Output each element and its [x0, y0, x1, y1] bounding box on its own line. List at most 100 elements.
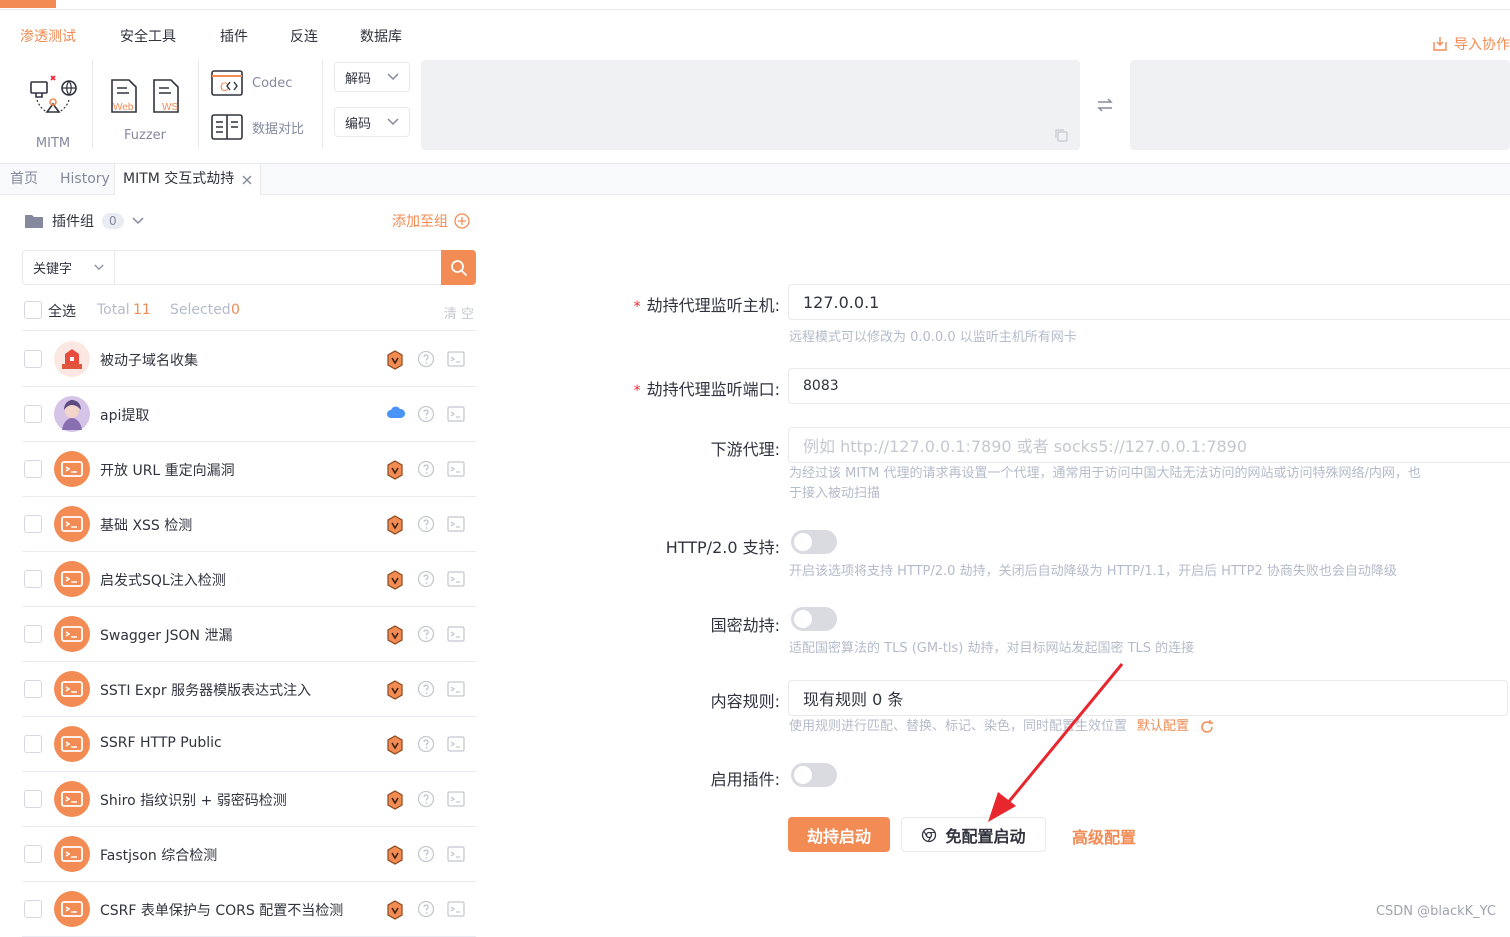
plugin-checkbox[interactable] — [24, 790, 42, 808]
help-icon[interactable] — [417, 900, 435, 922]
enable-plugin-label: 启用插件: — [710, 770, 780, 789]
help-icon[interactable] — [417, 790, 435, 812]
terminal-icon[interactable] — [446, 570, 466, 592]
help-icon[interactable] — [417, 570, 435, 592]
decode-label: 解码 — [345, 71, 372, 87]
plugin-row[interactable]: api提取 — [22, 387, 476, 442]
plugin-checkbox[interactable] — [24, 515, 42, 533]
help-icon[interactable] — [417, 460, 435, 482]
downstream-proxy-input[interactable]: 例如 http://127.0.0.1:7890 或者 socks5://127… — [788, 427, 1510, 463]
port-label: * 劫持代理监听端口: — [633, 380, 780, 399]
plugin-search-input[interactable] — [115, 251, 441, 284]
help-icon[interactable] — [417, 625, 435, 647]
add-to-group-button[interactable]: 添加至组 — [392, 211, 470, 231]
add-to-group-label: 添加至组 — [392, 214, 448, 230]
plugin-checkbox[interactable] — [24, 680, 42, 698]
gm-tls-toggle[interactable] — [791, 607, 837, 631]
help-icon[interactable] — [417, 515, 435, 537]
plugin-row[interactable]: 开放 URL 重定向漏洞 — [22, 442, 476, 497]
help-icon[interactable] — [417, 405, 435, 427]
content-rules-field[interactable]: 现有规则 0 条 — [788, 680, 1508, 716]
plugin-checkbox[interactable] — [24, 460, 42, 478]
menu-item-plugins[interactable]: 插件 — [220, 26, 248, 46]
plugin-checkbox[interactable] — [24, 405, 42, 423]
tab-history[interactable]: History — [52, 164, 118, 195]
fuzzer-tool-button[interactable]: Web WS Fuzzer — [104, 78, 186, 143]
terminal-icon[interactable] — [446, 790, 466, 812]
help-icon[interactable] — [417, 350, 435, 372]
host-input[interactable]: 127.0.0.1 — [788, 284, 1510, 320]
mitm-tool-label: MITM — [35, 136, 71, 151]
downstream-help-text-line2: 于接入被动扫描 — [789, 486, 881, 501]
codec-tool-button[interactable]: C Codec — [210, 68, 292, 98]
enable-plugin-toggle[interactable] — [791, 763, 837, 787]
plugin-checkbox[interactable] — [24, 735, 42, 753]
terminal-icon[interactable] — [446, 680, 466, 702]
close-icon[interactable] — [242, 175, 252, 185]
port-input[interactable]: 8083 — [788, 368, 1510, 404]
default-config-link[interactable]: 默认配置 — [1137, 717, 1189, 737]
menu-item-security-tools[interactable]: 安全工具 — [120, 26, 176, 46]
terminal-icon[interactable] — [446, 350, 466, 372]
plugin-row[interactable]: CSRF 表单保护与 CORS 配置不当检测 — [22, 882, 476, 937]
help-icon[interactable] — [417, 680, 435, 702]
plugin-checkbox[interactable] — [24, 625, 42, 643]
plugin-checkbox[interactable] — [24, 350, 42, 368]
total-count: 11 — [133, 302, 151, 318]
official-shield-icon — [386, 515, 404, 539]
reset-icon[interactable] — [1199, 719, 1215, 735]
plugin-row[interactable]: Swagger JSON 泄漏 — [22, 607, 476, 662]
plugin-row[interactable]: 被动子域名收集 — [22, 332, 476, 387]
plugin-name: Fastjson 综合检测 — [100, 848, 218, 864]
http2-toggle[interactable] — [791, 530, 837, 554]
plugin-name: api提取 — [100, 408, 150, 424]
plugin-group-selector[interactable]: 插件组 0 — [24, 211, 144, 231]
plugin-row[interactable]: 启发式SQL注入检测 — [22, 552, 476, 607]
search-button[interactable] — [441, 250, 476, 285]
help-icon[interactable] — [417, 845, 435, 867]
ws-fuzzer-icon: WS — [153, 79, 179, 113]
plugin-row[interactable]: SSTI Expr 服务器模版表达式注入 — [22, 662, 476, 717]
decode-dropdown[interactable]: 解码 — [334, 62, 410, 92]
plugin-row[interactable]: Fastjson 综合检测 — [22, 827, 476, 882]
plugin-checkbox[interactable] — [24, 845, 42, 863]
search-type-select[interactable]: 关键字 — [23, 251, 115, 284]
menu-item-pentest[interactable]: 渗透测试 — [20, 26, 76, 46]
plugin-row[interactable]: 基础 XSS 检测 — [22, 497, 476, 552]
select-all-label: 全选 — [48, 304, 76, 320]
start-mitm-button[interactable]: 劫持启动 — [788, 817, 890, 852]
terminal-icon[interactable] — [446, 515, 466, 537]
encode-dropdown[interactable]: 编码 — [334, 107, 410, 137]
clear-selection-button[interactable]: 清 空 — [444, 303, 474, 322]
plugin-name: Shiro 指纹识别 + 弱密码检测 — [100, 793, 287, 809]
plugin-name: 启发式SQL注入检测 — [100, 573, 226, 589]
swap-icon[interactable] — [1096, 96, 1114, 114]
select-all-checkbox[interactable] — [24, 301, 42, 319]
menu-item-reverse[interactable]: 反连 — [290, 26, 318, 46]
terminal-icon[interactable] — [446, 625, 466, 647]
watermark: CSDN @blackK_YC — [1375, 904, 1496, 919]
plugin-row[interactable]: SSRF HTTP Public — [22, 717, 476, 772]
plugin-checkbox[interactable] — [24, 900, 42, 918]
terminal-icon[interactable] — [446, 460, 466, 482]
import-collab-button[interactable]: 导入协作 — [1432, 34, 1510, 54]
plugin-checkbox[interactable] — [24, 570, 42, 588]
codec-output-editor[interactable] — [1130, 60, 1510, 150]
host-label: * 劫持代理监听主机: — [633, 296, 780, 315]
terminal-icon[interactable] — [446, 900, 466, 922]
help-icon[interactable] — [417, 735, 435, 757]
mitm-tool-button[interactable]: MITM — [24, 72, 82, 151]
chevron-down-icon — [387, 118, 399, 126]
chevron-down-icon — [132, 217, 144, 225]
copy-icon[interactable] — [1054, 128, 1068, 142]
terminal-icon[interactable] — [446, 735, 466, 757]
tab-mitm[interactable]: MITM 交互式劫持 — [114, 164, 262, 195]
plugin-name: Swagger JSON 泄漏 — [100, 628, 233, 644]
terminal-icon[interactable] — [446, 845, 466, 867]
tab-home[interactable]: 首页 — [2, 164, 46, 195]
codec-input-editor[interactable] — [421, 60, 1080, 150]
terminal-icon[interactable] — [446, 405, 466, 427]
menu-item-database[interactable]: 数据库 — [360, 26, 402, 46]
plugin-row[interactable]: Shiro 指纹识别 + 弱密码检测 — [22, 772, 476, 827]
data-compare-tool-button[interactable]: 数据对比 — [210, 112, 304, 142]
